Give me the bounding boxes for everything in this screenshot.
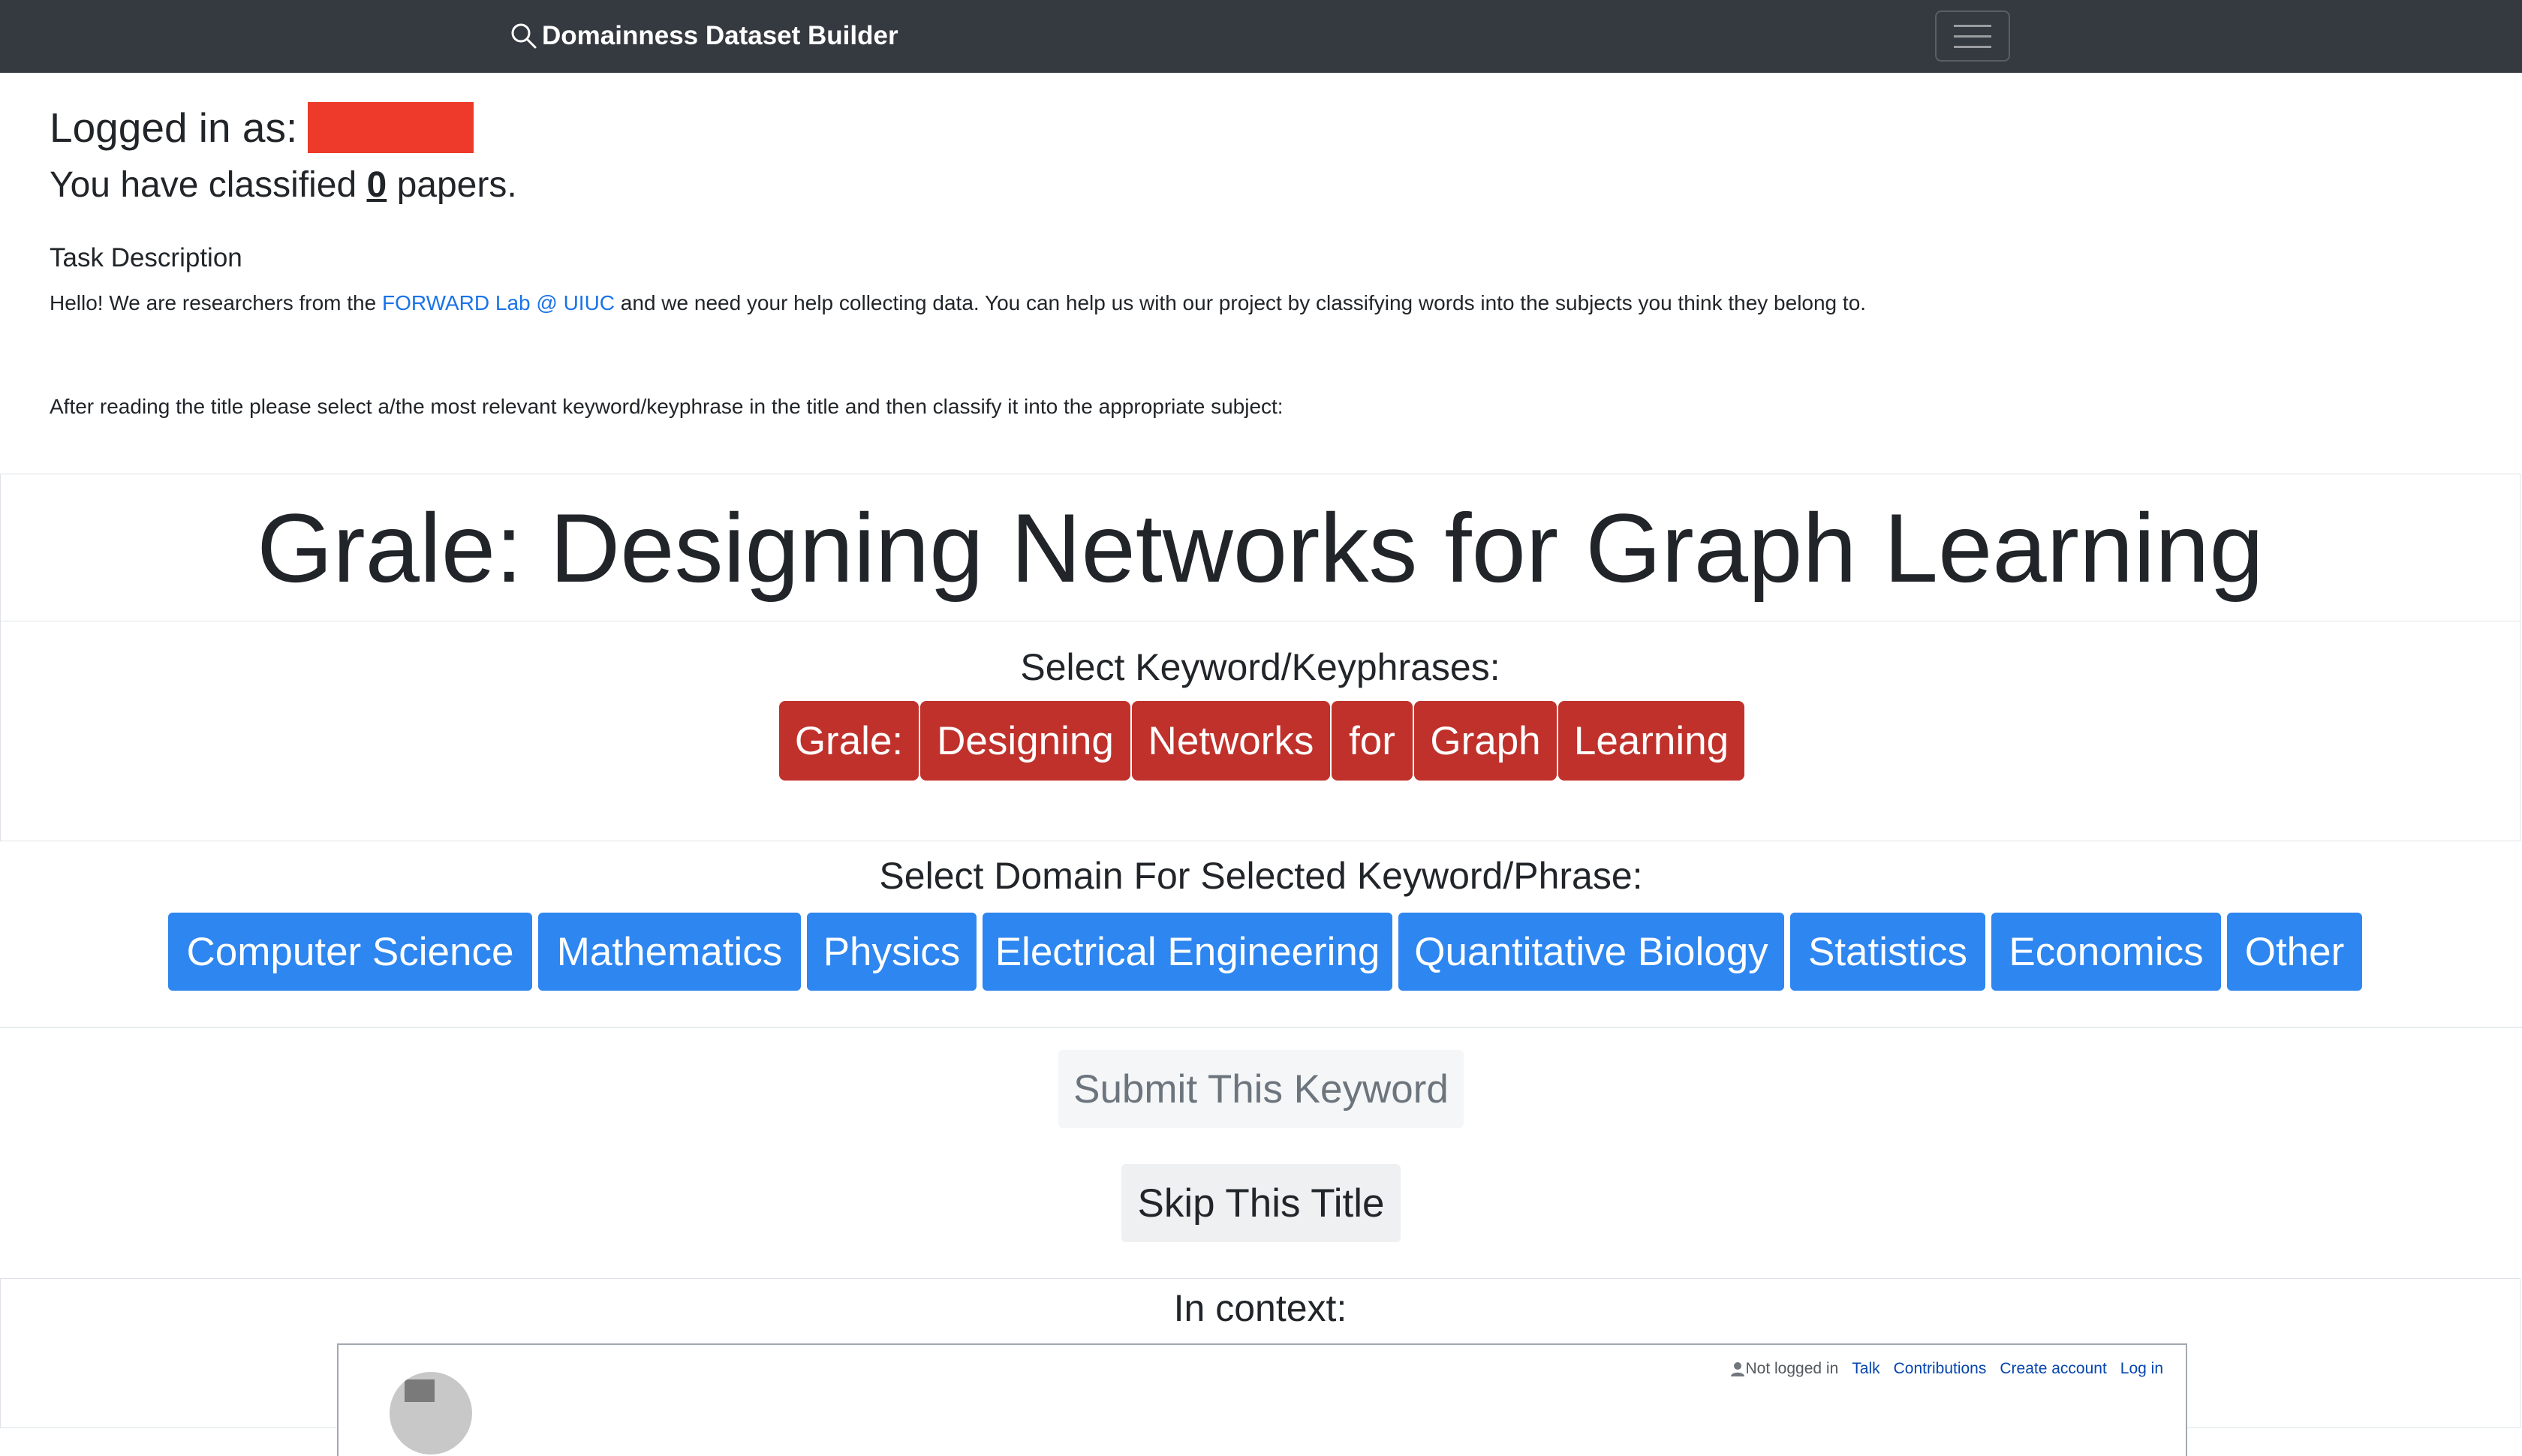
logged-in-label: Logged in as: bbox=[50, 104, 298, 151]
domain-button-computer-science[interactable]: Computer Science bbox=[168, 913, 532, 991]
keyword-heading: Select Keyword/Keyphrases: bbox=[1020, 646, 1500, 688]
divider bbox=[0, 1027, 2522, 1028]
keyword-button[interactable]: Designing bbox=[920, 701, 1130, 781]
redacted-username bbox=[308, 102, 474, 153]
wikipedia-logo-icon bbox=[390, 1372, 472, 1454]
keyword-button[interactable]: Networks bbox=[1132, 701, 1330, 781]
domain-button-other[interactable]: Other bbox=[2227, 913, 2362, 991]
skip-title-button[interactable]: Skip This Title bbox=[1121, 1164, 1401, 1242]
keyword-button[interactable]: Learning bbox=[1558, 701, 1744, 781]
navbar-toggle-button[interactable] bbox=[1935, 11, 2010, 62]
domain-button-quantitative-biology[interactable]: Quantitative Biology bbox=[1398, 913, 1784, 991]
keyword-button[interactable]: for bbox=[1332, 701, 1413, 781]
wiki-user-links: Not logged in Talk Contributions Create … bbox=[1729, 1360, 2163, 1378]
task-description-heading: Task Description bbox=[50, 243, 242, 272]
keyword-button[interactable]: Graph bbox=[1414, 701, 1557, 781]
domain-heading: Select Domain For Selected Keyword/Phras… bbox=[879, 855, 1643, 897]
wiki-contributions-link[interactable]: Contributions bbox=[1894, 1360, 1987, 1378]
logged-in-line: Logged in as: bbox=[50, 101, 474, 155]
domain-button-physics[interactable]: Physics bbox=[807, 913, 977, 991]
wiki-not-logged-in: Not logged in bbox=[1745, 1360, 1839, 1377]
user-icon bbox=[1730, 1362, 1744, 1376]
brand-link[interactable]: Domainness Dataset Builder bbox=[509, 17, 898, 56]
paper-title: Grale: Designing Networks for Graph Lear… bbox=[257, 492, 2264, 603]
domain-button-mathematics[interactable]: Mathematics bbox=[538, 913, 801, 991]
domain-button-electrical-engineering[interactable]: Electrical Engineering bbox=[983, 913, 1392, 991]
hamburger-menu-icon bbox=[1954, 24, 1991, 27]
keyword-button[interactable]: Grale: bbox=[779, 701, 919, 781]
context-heading: In context: bbox=[1173, 1287, 1347, 1329]
forward-lab-link[interactable]: FORWARD Lab @ UIUC bbox=[382, 291, 615, 314]
brand-title: Domainness Dataset Builder bbox=[542, 21, 898, 50]
wiki-talk-link[interactable]: Talk bbox=[1852, 1360, 1879, 1378]
submit-keyword-button[interactable]: Submit This Keyword bbox=[1058, 1050, 1464, 1128]
keyword-card: Select Keyword/Keyphrases: Grale: Design… bbox=[0, 621, 2520, 841]
domain-button-economics[interactable]: Economics bbox=[1991, 913, 2221, 991]
search-icon bbox=[511, 23, 537, 49]
context-card: In context: Not logged in Talk Contribut… bbox=[0, 1278, 2520, 1456]
domain-button-group: Computer Science Mathematics Physics Ele… bbox=[168, 913, 2362, 991]
domain-button-statistics[interactable]: Statistics bbox=[1790, 913, 1985, 991]
instructions-text: After reading the title please select a/… bbox=[50, 395, 1284, 418]
wiki-create-account-link[interactable]: Create account bbox=[2000, 1360, 2106, 1378]
classified-count: 0 bbox=[366, 165, 387, 205]
wiki-log-in-link[interactable]: Log in bbox=[2120, 1360, 2163, 1378]
keyword-button-group: Grale: Designing Networks for Graph Lear… bbox=[779, 701, 1746, 781]
classified-count-line: You have classified 0 papers. bbox=[50, 165, 517, 205]
paper-title-card: Grale: Designing Networks for Graph Lear… bbox=[0, 474, 2520, 621]
navbar: Domainness Dataset Builder bbox=[0, 0, 2522, 73]
task-description-text: Hello! We are researchers from the FORWA… bbox=[50, 291, 1867, 314]
wikipedia-embed[interactable]: Not logged in Talk Contributions Create … bbox=[337, 1343, 2187, 1456]
